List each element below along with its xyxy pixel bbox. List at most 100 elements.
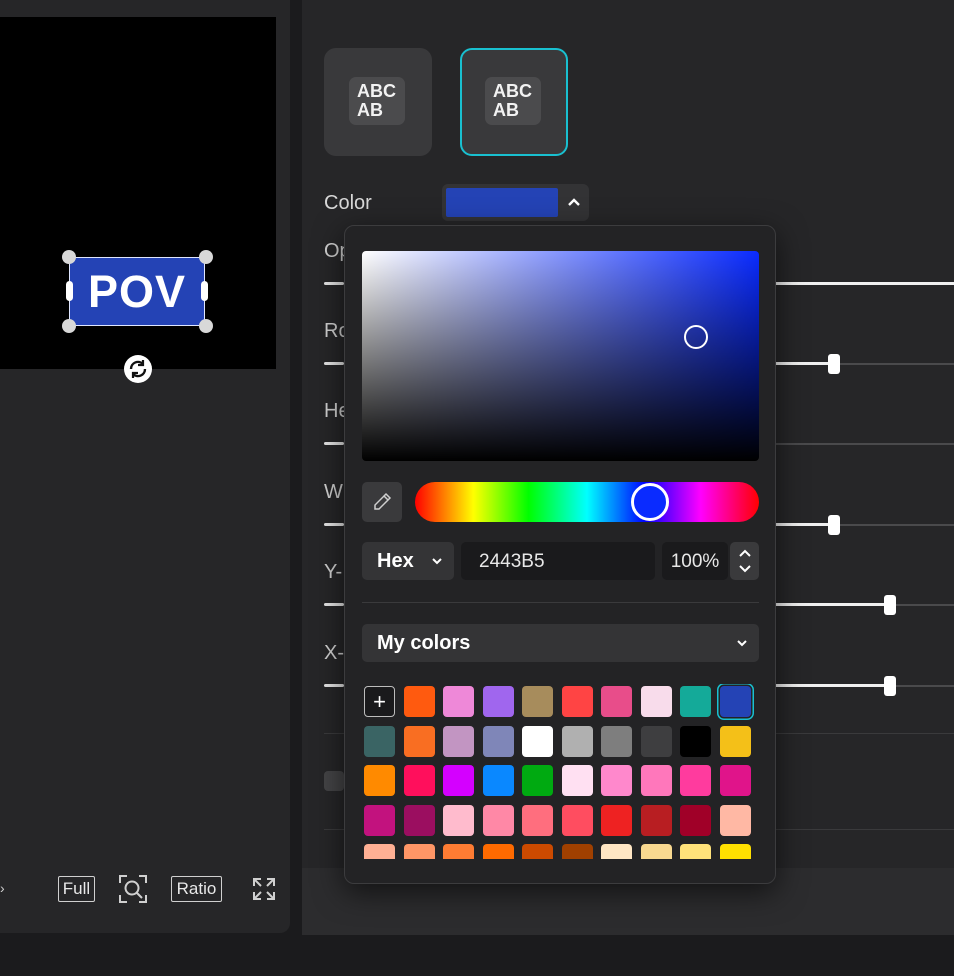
color-swatch[interactable] <box>719 725 751 757</box>
opacity-slider-left[interactable] <box>324 282 344 285</box>
color-swatch[interactable] <box>443 686 474 717</box>
height-slider-left[interactable] <box>324 442 344 445</box>
color-swatch[interactable] <box>482 725 514 757</box>
color-swatch[interactable] <box>601 804 632 836</box>
checkbox[interactable] <box>324 771 344 791</box>
color-swatch[interactable] <box>680 844 711 859</box>
play-icon[interactable]: › <box>0 880 5 896</box>
text-style-tile-2[interactable]: ABC AB <box>460 48 568 156</box>
color-swatch[interactable] <box>364 725 395 757</box>
color-swatch[interactable] <box>640 725 672 757</box>
text-element[interactable]: POV <box>69 257 205 326</box>
color-swatch[interactable] <box>522 725 553 757</box>
hue-slider-thumb[interactable] <box>631 483 669 521</box>
color-swatch[interactable] <box>601 725 632 757</box>
color-swatch[interactable] <box>640 765 672 796</box>
x-offset-label: X- <box>324 642 344 664</box>
y-offset-slider-left[interactable] <box>324 603 344 606</box>
color-swatch[interactable] <box>522 765 553 796</box>
color-swatch[interactable] <box>561 765 593 796</box>
add-color-button[interactable]: + <box>364 686 395 717</box>
color-swatch[interactable] <box>680 725 711 757</box>
hex-input[interactable]: 2443B5 <box>461 542 655 580</box>
fullscreen-icon[interactable] <box>251 876 277 902</box>
eyedropper-button[interactable] <box>362 482 402 522</box>
color-swatch[interactable] <box>601 765 632 796</box>
width-slider-left[interactable] <box>324 523 344 526</box>
color-swatch[interactable] <box>680 686 711 717</box>
text-style-tile-1[interactable]: ABC AB <box>324 48 432 156</box>
y-offset-label: Y- <box>324 561 343 583</box>
roundness-slider-thumb[interactable] <box>828 354 840 374</box>
color-label: Color <box>324 192 372 214</box>
color-swatch[interactable] <box>640 686 672 717</box>
color-swatch[interactable] <box>601 686 632 717</box>
resize-handle-tr[interactable] <box>199 250 213 264</box>
x-offset-slider-left[interactable] <box>324 684 344 687</box>
width-slider-thumb[interactable] <box>828 515 840 535</box>
color-swatch[interactable] <box>443 844 474 859</box>
color-format-select[interactable]: Hex <box>362 542 454 580</box>
color-format-value: Hex <box>377 550 414 572</box>
color-swatch[interactable] <box>403 686 435 717</box>
chevron-down-icon <box>735 631 749 659</box>
color-swatch[interactable] <box>719 844 751 859</box>
text-style-preview: ABC AB <box>485 77 541 125</box>
color-swatch[interactable] <box>482 804 514 836</box>
color-swatch[interactable] <box>443 725 474 757</box>
color-swatch[interactable] <box>719 804 751 836</box>
resize-handle-br[interactable] <box>199 319 213 333</box>
x-offset-slider-thumb[interactable] <box>884 676 896 696</box>
chevron-up-icon <box>564 190 584 214</box>
color-swatch[interactable] <box>561 725 593 757</box>
color-swatch[interactable] <box>364 844 395 859</box>
resize-handle-bl[interactable] <box>62 319 76 333</box>
resize-handle-tl[interactable] <box>62 250 76 264</box>
y-offset-slider-thumb[interactable] <box>884 595 896 615</box>
text-element-label: POV <box>87 265 187 317</box>
color-swatch[interactable] <box>443 804 474 836</box>
color-swatch[interactable] <box>482 765 514 796</box>
palette-select[interactable]: My colors <box>362 624 759 662</box>
color-swatch[interactable] <box>561 686 593 717</box>
divider <box>362 602 759 603</box>
roundness-slider-left[interactable] <box>324 362 344 365</box>
color-swatch[interactable] <box>561 844 593 859</box>
color-swatch[interactable] <box>522 804 553 836</box>
ratio-button[interactable]: Ratio <box>171 876 222 902</box>
color-swatch <box>446 188 558 217</box>
color-swatch[interactable] <box>561 804 593 836</box>
color-swatch[interactable] <box>522 844 553 859</box>
alpha-input[interactable]: 100% <box>662 542 728 580</box>
palette-select-label: My colors <box>377 632 471 654</box>
color-swatch[interactable] <box>640 804 672 836</box>
color-swatch[interactable] <box>680 804 711 836</box>
color-cursor[interactable] <box>684 325 708 349</box>
hue-slider[interactable] <box>415 482 759 522</box>
color-swatch[interactable] <box>403 765 435 796</box>
color-swatch[interactable] <box>443 765 474 796</box>
color-swatch[interactable] <box>680 765 711 796</box>
color-swatch[interactable] <box>719 686 751 717</box>
color-swatch[interactable] <box>364 765 395 796</box>
color-swatch[interactable] <box>403 804 435 836</box>
color-swatch[interactable] <box>482 686 514 717</box>
resize-handle-left[interactable] <box>66 281 73 301</box>
color-swatch[interactable] <box>601 844 632 859</box>
color-dropdown[interactable] <box>442 184 589 221</box>
zoom-fit-icon[interactable] <box>118 874 148 904</box>
color-swatch[interactable] <box>522 686 553 717</box>
color-swatch[interactable] <box>482 844 514 859</box>
color-swatch[interactable] <box>403 725 435 757</box>
saturation-value-area[interactable] <box>362 251 759 461</box>
full-button[interactable]: Full <box>58 876 95 902</box>
color-swatch[interactable] <box>640 844 672 859</box>
height-slider-track[interactable] <box>776 443 954 445</box>
color-swatch[interactable] <box>403 844 435 859</box>
alpha-stepper[interactable] <box>730 542 759 580</box>
color-swatch[interactable] <box>719 765 751 796</box>
opacity-slider-fill[interactable] <box>776 282 954 285</box>
color-swatch[interactable] <box>364 804 395 836</box>
resize-handle-right[interactable] <box>201 281 208 301</box>
rotate-icon[interactable] <box>124 355 152 383</box>
